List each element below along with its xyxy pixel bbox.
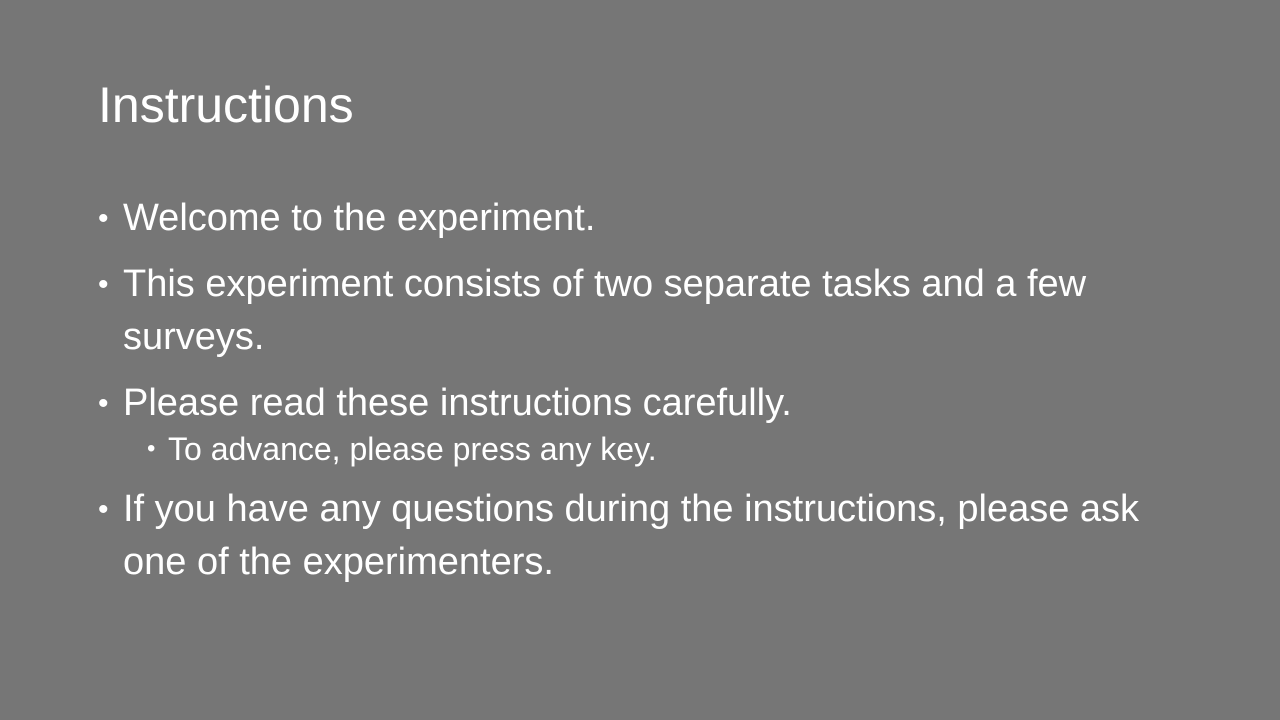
bullet-icon: •: [98, 202, 109, 235]
sub-bullet-icon: •: [147, 435, 156, 462]
instructions-slide: Instructions • Welcome to the experiment…: [0, 0, 1280, 720]
bullet-item: • This experiment consists of two separa…: [98, 258, 1198, 364]
bullet-icon: •: [98, 493, 109, 526]
slide-title: Instructions: [98, 77, 354, 133]
bullet-text: If you have any questions during the ins…: [123, 488, 1140, 583]
bullet-icon: •: [98, 387, 109, 420]
bullet-text: Please read these instructions carefully…: [123, 382, 792, 424]
bullet-icon: •: [98, 268, 109, 301]
bullet-list: • Welcome to the experiment. • This expe…: [98, 192, 1198, 602]
sub-bullet-item: • To advance, please press any key.: [98, 428, 1198, 470]
bullet-text: This experiment consists of two separate…: [123, 263, 1087, 358]
bullet-item: • Please read these instructions careful…: [98, 377, 1198, 430]
sub-bullet-text: To advance, please press any key.: [168, 431, 657, 467]
bullet-item: • If you have any questions during the i…: [98, 483, 1198, 589]
bullet-text: Welcome to the experiment.: [123, 197, 596, 239]
bullet-item: • Welcome to the experiment.: [98, 192, 1198, 245]
